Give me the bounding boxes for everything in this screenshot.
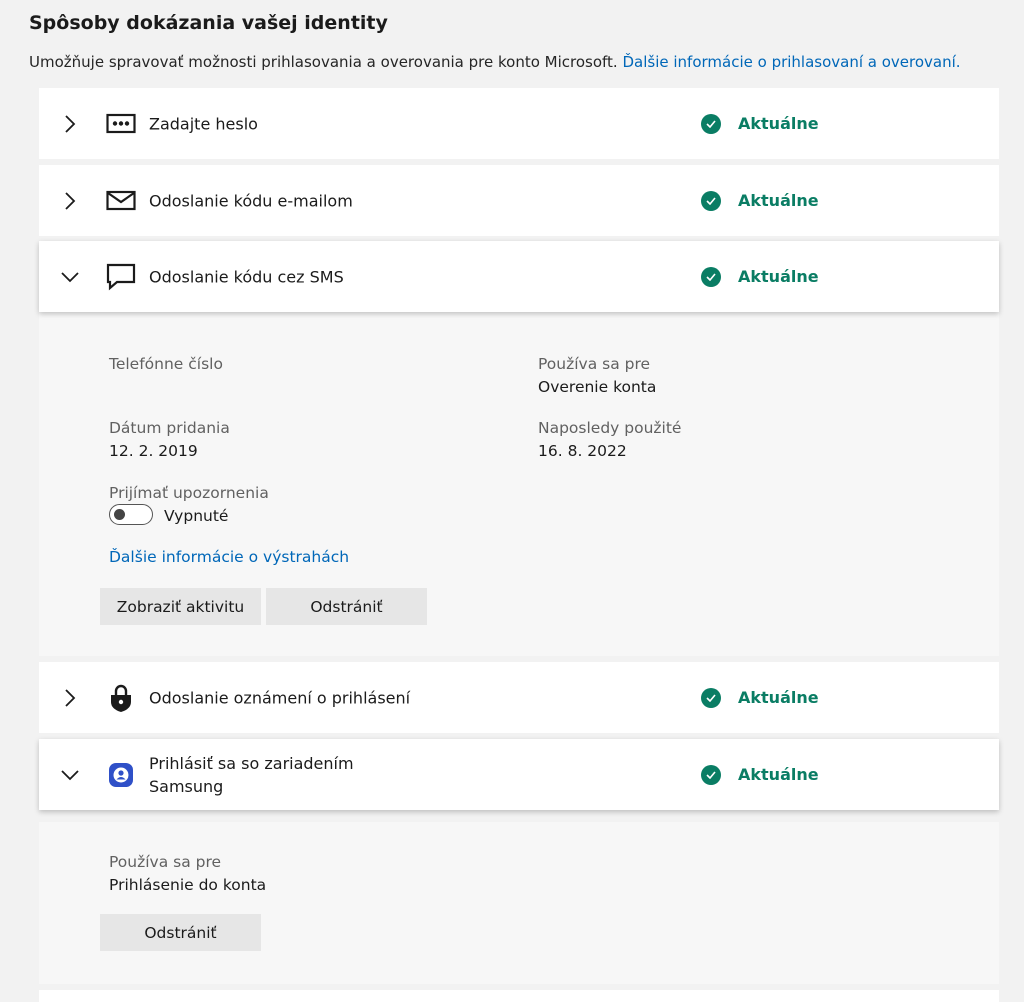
phone-number-label: Telefónne číslo — [109, 355, 223, 373]
used-for-value: Prihlásenie do konta — [109, 876, 267, 894]
method-label: Odoslanie oznámení o prihlásení — [149, 688, 411, 707]
view-activity-button[interactable]: Zobraziť aktivitu — [100, 588, 261, 625]
method-row-next[interactable] — [39, 990, 999, 1002]
method-row-password[interactable]: Zadajte heslo Aktuálne — [39, 88, 999, 159]
check-circle-icon — [701, 113, 721, 134]
page-title: Spôsoby dokázania vašej identity — [29, 12, 388, 34]
chevron-right-icon[interactable] — [59, 113, 81, 135]
samsung-details-panel: Používa sa pre Prihlásenie do konta Odst… — [39, 822, 999, 984]
description-text: Umožňuje spravovať možnosti prihlasovani… — [29, 53, 618, 71]
chevron-right-icon[interactable] — [59, 687, 81, 709]
method-row-samsung[interactable]: Prihlásiť sa so zariadením Samsung Aktuá… — [39, 739, 999, 810]
alerts-info-link[interactable]: Ďalšie informácie o výstrahách — [109, 548, 349, 566]
method-row-notifications[interactable]: Odoslanie oznámení o prihlásení Aktuálne — [39, 662, 999, 733]
envelope-icon — [105, 185, 137, 217]
used-for-value: Overenie konta — [538, 378, 657, 396]
last-used-label: Naposledy použité — [538, 419, 682, 437]
remove-samsung-button[interactable]: Odstrániť — [100, 914, 261, 951]
method-label: Prihlásiť sa so zariadením Samsung — [149, 753, 354, 796]
check-circle-icon — [701, 266, 721, 287]
learn-more-link[interactable]: Ďalšie informácie o prihlasovaní a overo… — [622, 53, 960, 71]
method-label: Zadajte heslo — [149, 114, 258, 133]
status-badge: Aktuálne — [701, 190, 819, 211]
check-circle-icon — [701, 687, 721, 708]
alerts-toggle[interactable] — [109, 504, 153, 525]
check-circle-icon — [701, 764, 721, 785]
alerts-state: Vypnuté — [164, 507, 229, 525]
method-row-email[interactable]: Odoslanie kódu e-mailom Aktuálne — [39, 165, 999, 236]
status-text: Aktuálne — [738, 267, 819, 286]
sms-details-panel: Telefónne číslo Používa sa pre Overenie … — [39, 312, 999, 656]
date-added-value: 12. 2. 2019 — [109, 442, 198, 460]
status-text: Aktuálne — [738, 191, 819, 210]
status-badge: Aktuálne — [701, 687, 819, 708]
chat-bubble-icon — [105, 261, 137, 293]
status-badge: Aktuálne — [701, 764, 819, 785]
chevron-down-icon[interactable] — [59, 266, 81, 288]
used-for-label: Používa sa pre — [109, 853, 222, 871]
samsung-account-icon — [105, 759, 137, 791]
method-label: Odoslanie kódu e-mailom — [149, 191, 353, 210]
check-circle-icon — [701, 190, 721, 211]
method-label: Odoslanie kódu cez SMS — [149, 267, 344, 286]
status-text: Aktuálne — [738, 114, 819, 133]
chevron-down-icon[interactable] — [59, 764, 81, 786]
chevron-right-icon[interactable] — [59, 190, 81, 212]
remove-sms-button[interactable]: Odstrániť — [266, 588, 427, 625]
method-row-sms[interactable]: Odoslanie kódu cez SMS Aktuálne — [39, 241, 999, 312]
status-badge: Aktuálne — [701, 113, 819, 134]
alerts-label: Prijímať upozornenia — [109, 484, 269, 502]
status-text: Aktuálne — [738, 688, 819, 707]
lock-shield-icon — [105, 682, 137, 714]
used-for-label: Používa sa pre — [538, 355, 651, 373]
status-badge: Aktuálne — [701, 266, 819, 287]
date-added-label: Dátum pridania — [109, 419, 230, 437]
page-description: Umožňuje spravovať možnosti prihlasovani… — [29, 53, 961, 71]
password-dots-icon — [105, 108, 137, 140]
last-used-value: 16. 8. 2022 — [538, 442, 627, 460]
status-text: Aktuálne — [738, 765, 819, 784]
toggle-knob — [114, 508, 125, 520]
